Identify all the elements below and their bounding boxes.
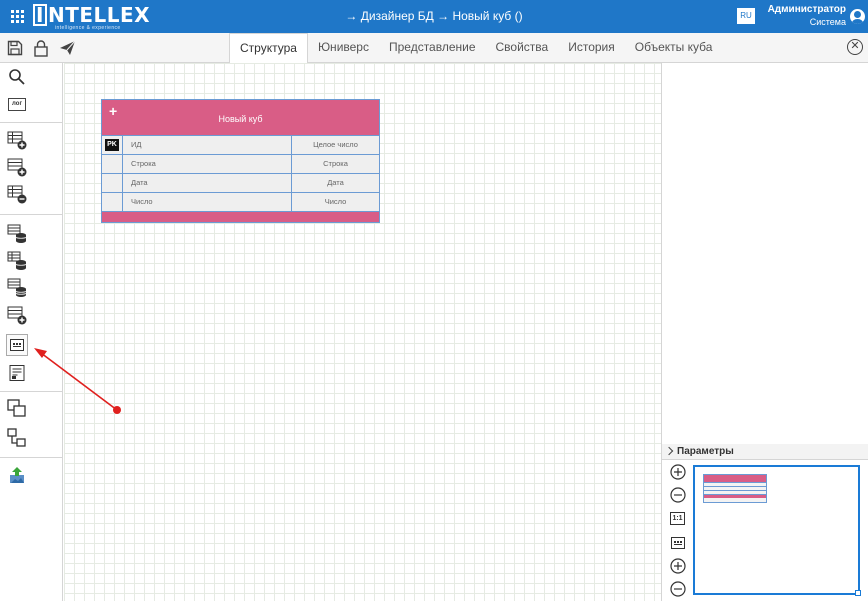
zoom-out-icon[interactable] <box>669 486 686 503</box>
language-switch[interactable]: RU <box>737 8 755 24</box>
properties-icon[interactable] <box>6 362 28 384</box>
add-row-icon[interactable] <box>6 156 28 178</box>
field-name: ИД <box>131 140 142 149</box>
cube-field-row[interactable]: Дата Дата <box>102 174 379 193</box>
grid-view-icon[interactable] <box>6 334 28 356</box>
logo-text: I NTELLEX <box>33 4 150 26</box>
close-icon[interactable]: ✕ <box>847 39 863 55</box>
tab-properties[interactable]: Свойства <box>486 33 559 63</box>
key-cell <box>102 193 123 211</box>
apps-grid-icon[interactable] <box>11 10 24 23</box>
field-name: Число <box>131 197 153 206</box>
user-role: Система <box>809 17 846 27</box>
user-info[interactable]: Администратор Система <box>768 4 846 28</box>
cube-header[interactable]: + Новый куб <box>102 100 379 136</box>
database-icon[interactable] <box>6 223 28 245</box>
lock-icon[interactable] <box>32 39 50 57</box>
zoom-out-icon[interactable] <box>669 580 686 597</box>
primary-key-badge: PK <box>105 139 119 151</box>
field-name: Строка <box>131 159 156 168</box>
design-canvas[interactable]: + Новый куб PK ИД Целое число Строка Стр… <box>64 63 661 601</box>
field-type: Целое число <box>291 136 379 154</box>
divider <box>0 122 63 123</box>
add-database-icon[interactable] <box>6 304 28 326</box>
log-label: лог <box>8 97 26 111</box>
cube-title: Новый куб <box>218 114 263 124</box>
hierarchy-icon[interactable] <box>6 427 28 449</box>
params-header[interactable]: Параметры <box>662 444 868 460</box>
database-icon[interactable] <box>6 277 28 299</box>
user-name: Администратор <box>767 4 846 15</box>
cube-field-row[interactable]: PK ИД Целое число <box>102 136 379 155</box>
field-name: Дата <box>131 178 148 187</box>
key-cell <box>102 174 123 192</box>
remove-table-icon[interactable] <box>6 183 28 205</box>
actual-size-label: 1:1 <box>670 512 685 525</box>
params-label: Параметры <box>677 446 734 457</box>
add-table-icon[interactable] <box>6 129 28 151</box>
database-icon[interactable] <box>6 250 28 272</box>
breadcrumb-db-designer[interactable]: Дизайнер БД <box>361 9 434 23</box>
upload-image-icon[interactable] <box>6 464 28 486</box>
tab-view[interactable]: Представление <box>379 33 486 63</box>
actual-size-icon[interactable]: 1:1 <box>669 510 686 527</box>
search-icon[interactable] <box>6 66 28 88</box>
divider <box>0 457 63 458</box>
breadcrumb-new-cube[interactable]: Новый куб () <box>452 9 522 23</box>
divider <box>0 214 63 215</box>
log-icon[interactable]: лог <box>6 93 28 115</box>
left-toolbar: лог <box>0 63 63 601</box>
key-cell <box>102 155 123 173</box>
field-type: Дата <box>291 174 379 192</box>
app-header: I NTELLEX intelligence & experience → Диз… <box>0 0 868 33</box>
field-type: Число <box>291 193 379 211</box>
cube-field-row[interactable]: Строка Строка <box>102 155 379 174</box>
minimap-cube <box>703 474 767 503</box>
tab-bar: Структура Юниверс Представление Свойства… <box>0 33 868 64</box>
cube-table[interactable]: + Новый куб PK ИД Целое число Строка Стр… <box>101 99 380 223</box>
tab-history[interactable]: История <box>558 33 625 63</box>
chevron-right-icon <box>664 446 674 456</box>
cube-field-row[interactable]: Число Число <box>102 193 379 212</box>
key-cell: PK <box>102 136 123 154</box>
tab-structure[interactable]: Структура <box>229 33 308 64</box>
logo[interactable]: I NTELLEX intelligence & experience <box>33 4 150 31</box>
copy-icon[interactable] <box>6 398 28 420</box>
divider <box>0 391 63 392</box>
save-icon[interactable] <box>6 39 24 57</box>
zoom-in-icon[interactable] <box>669 463 686 480</box>
tabs: Структура Юниверс Представление Свойства… <box>229 33 723 64</box>
user-avatar-icon[interactable] <box>850 9 865 24</box>
right-panel: Параметры 1:1 <box>661 63 868 601</box>
logo-tagline: intelligence & experience <box>55 25 121 31</box>
minimap[interactable] <box>693 465 861 596</box>
send-icon[interactable] <box>58 39 76 57</box>
tab-cube-objects[interactable]: Объекты куба <box>625 33 723 63</box>
tab-universe[interactable]: Юниверс <box>308 33 379 63</box>
zoom-in-icon[interactable] <box>669 557 686 574</box>
grid-view-icon[interactable] <box>669 534 686 551</box>
field-type: Строка <box>291 155 379 173</box>
minimap-resize-handle[interactable] <box>855 590 861 596</box>
cube-footer <box>102 212 379 222</box>
